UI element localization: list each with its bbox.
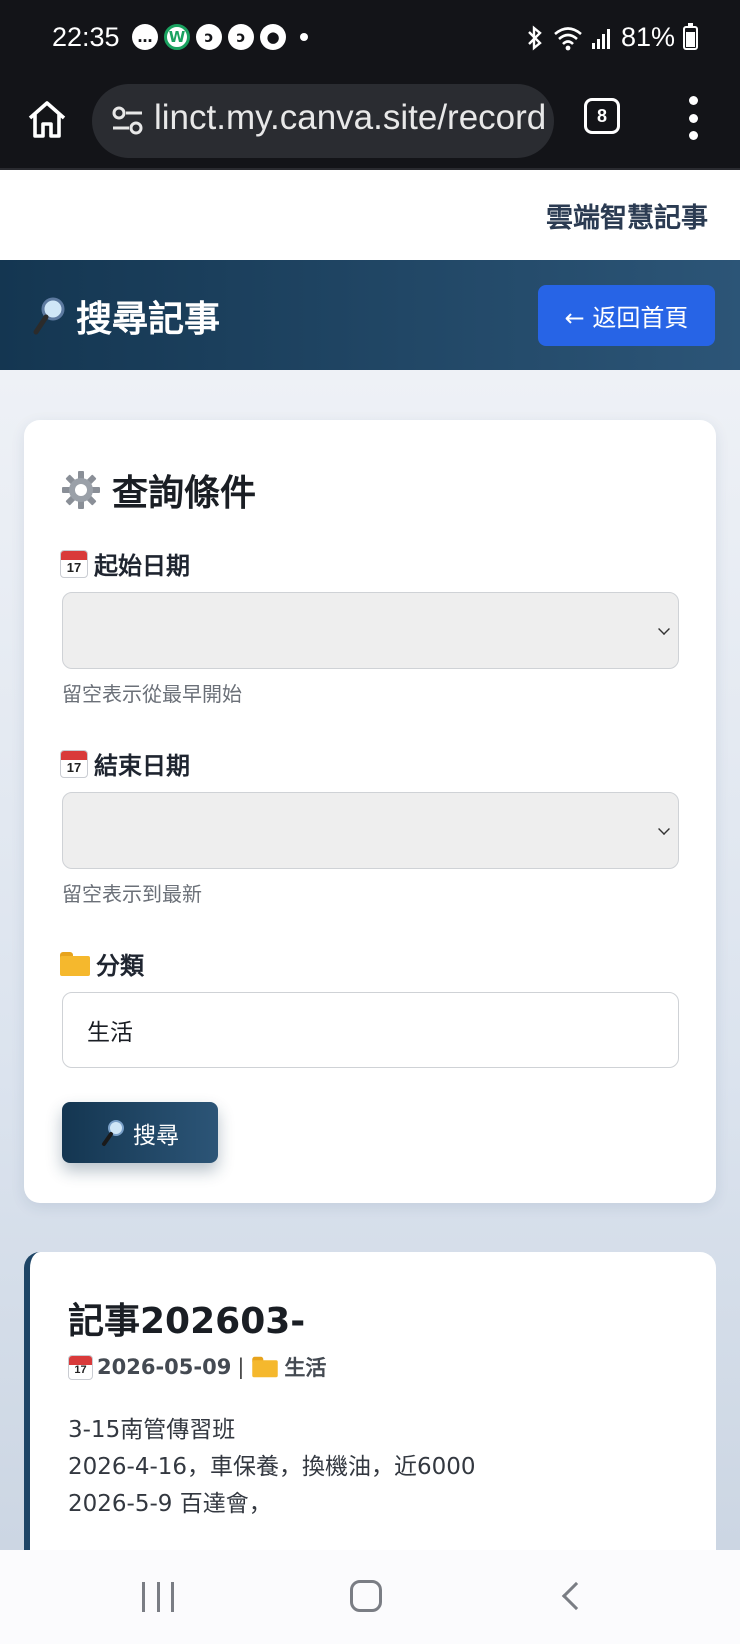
note-category: 生活 <box>284 1356 327 1380</box>
note-body: 3-15南管傳習班 2026-4-16，車保養，換機油，近6000 2026-5… <box>68 1412 476 1523</box>
address-bar[interactable]: linct.my.canva.site/record <box>92 84 554 158</box>
magnifier-icon <box>33 297 65 335</box>
category-label-text: 分類 <box>96 952 144 980</box>
start-date-select[interactable] <box>62 592 679 669</box>
status-bar: 22:35 … W ↄ ↄ ● 81% <box>0 0 740 80</box>
app-notify-icon: ↄ <box>196 24 222 50</box>
site-brand[interactable]: 雲端智慧記事 <box>546 196 708 235</box>
bluetooth-icon <box>528 24 542 51</box>
note-title: 記事202603- <box>68 1301 306 1342</box>
chevron-down-icon <box>658 823 670 835</box>
end-date-hint: 留空表示到最新 <box>62 882 202 906</box>
meta-separator: | <box>237 1355 245 1379</box>
end-date-label: 17 結束日期 <box>60 746 190 781</box>
app-notify-icon-2: ↄ <box>228 24 254 50</box>
tab-switcher-button[interactable]: 8 <box>584 98 620 134</box>
result-card[interactable]: 記事202603- 17 2026-05-09 | 生活 3-15南管傳習班 2… <box>24 1252 716 1572</box>
system-nav-bar <box>0 1550 740 1644</box>
note-line: 2026-4-16，車保養，換機油，近6000 <box>68 1454 476 1480</box>
page-title-text: 搜尋記事 <box>76 299 221 340</box>
calendar-icon: 17 <box>68 1354 93 1380</box>
category-input[interactable]: 生活 <box>62 992 679 1068</box>
note-date: 2026-05-09 <box>97 1355 232 1379</box>
site-header: 雲端智慧記事 <box>0 170 740 260</box>
category-label: 分類 <box>60 946 144 981</box>
folder-icon <box>252 1356 279 1378</box>
browser-menu-button[interactable] <box>680 96 706 140</box>
site-settings-icon[interactable] <box>110 104 146 138</box>
back-to-home-button[interactable]: ← 返回首頁 <box>538 285 715 346</box>
gear-icon <box>62 471 100 509</box>
signal-icon <box>591 28 610 49</box>
search-button-label: 搜尋 <box>133 1122 179 1149</box>
end-date-select[interactable] <box>62 792 679 869</box>
notification-icons: … W ↄ ↄ ● <box>132 24 308 50</box>
note-line: 2026-5-9 百達會， <box>68 1491 272 1517</box>
start-date-label: 17 起始日期 <box>60 546 190 581</box>
more-notifications-dot <box>300 33 308 41</box>
account-icon: ● <box>260 24 286 50</box>
note-meta: 17 2026-05-09 | 生活 <box>68 1352 326 1382</box>
query-card-title: 查詢條件 <box>60 464 256 516</box>
start-date-label-text: 起始日期 <box>94 552 190 580</box>
home-icon[interactable] <box>24 96 70 142</box>
battery-percent: 81% <box>620 22 675 52</box>
folder-icon <box>60 951 90 976</box>
search-button[interactable]: 搜尋 <box>62 1102 218 1163</box>
page-title: 搜尋記事 <box>32 290 220 342</box>
page-hero: 搜尋記事 ← 返回首頁 <box>0 260 740 370</box>
app-w-icon: W <box>164 24 190 50</box>
magnifier-icon <box>102 1119 124 1146</box>
query-card: 查詢條件 17 起始日期 留空表示從最早開始 17 結束日期 留空表示到最新 分… <box>24 420 716 1203</box>
battery-icon <box>683 22 698 50</box>
query-card-title-text: 查詢條件 <box>112 473 257 514</box>
calendar-icon: 17 <box>60 749 88 778</box>
start-date-hint: 留空表示從最早開始 <box>62 682 242 706</box>
note-line: 3-15南管傳習班 <box>68 1417 236 1443</box>
chevron-down-icon <box>658 623 670 635</box>
status-time: 22:35 <box>52 22 120 52</box>
url-text[interactable]: linct.my.canva.site/record <box>154 98 546 138</box>
home-button[interactable] <box>350 1580 382 1612</box>
back-button[interactable] <box>561 1581 591 1611</box>
browser-toolbar: linct.my.canva.site/record 8 <box>0 80 740 170</box>
end-date-label-text: 結束日期 <box>94 752 190 780</box>
chat-icon: … <box>132 24 158 50</box>
calendar-icon: 17 <box>60 549 88 578</box>
status-right: 81% <box>525 22 698 53</box>
recent-apps-button[interactable] <box>142 1582 174 1612</box>
wifi-icon <box>554 26 582 50</box>
